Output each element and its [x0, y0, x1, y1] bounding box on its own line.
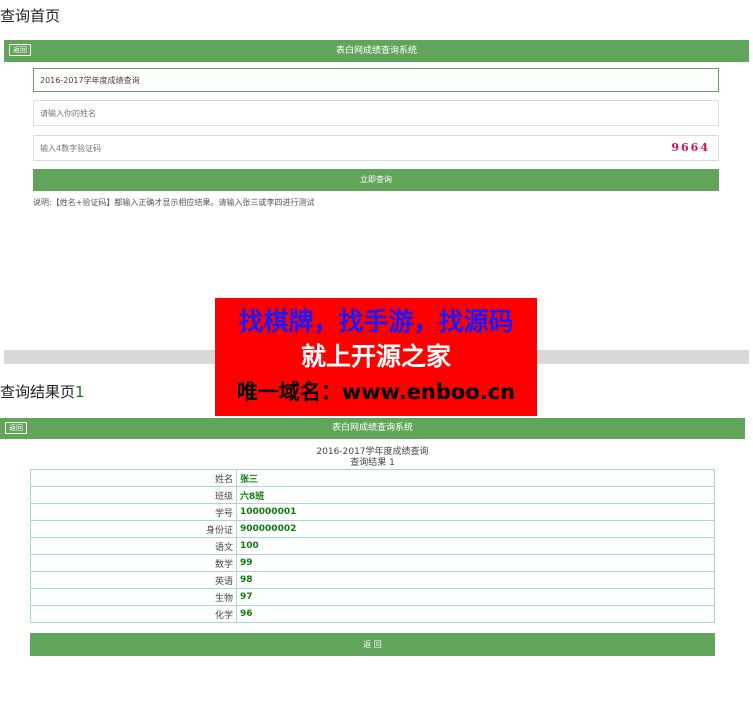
- row-label: 化学: [30, 605, 237, 623]
- table-row: 英语 98: [30, 571, 715, 589]
- result-back-button[interactable]: 返 回: [30, 633, 715, 656]
- row-label: 生物: [30, 588, 237, 606]
- table-row: 生物 97: [30, 588, 715, 606]
- table-row: 身份证 900000002: [30, 520, 715, 538]
- exam-select-field[interactable]: [33, 68, 719, 92]
- table-row: 化学 96: [30, 605, 715, 623]
- ad-banner[interactable]: 找棋牌，找手游，找源码 就上开源之家 唯一域名：www.enboo.cn: [215, 298, 537, 416]
- table-row: 语文 100: [30, 537, 715, 555]
- row-value: 97: [236, 588, 715, 606]
- row-value: 98: [236, 571, 715, 589]
- row-label: 姓名: [30, 469, 237, 487]
- result-header-title: 表白网成绩查询系统: [331, 423, 413, 433]
- name-field[interactable]: [33, 100, 719, 126]
- row-value: 900000002: [236, 520, 715, 538]
- query-header-back-button[interactable]: 返回: [9, 44, 31, 56]
- result-page-section-num: 1: [75, 383, 85, 401]
- captcha-input[interactable]: [40, 136, 583, 160]
- result-page-section-title: 查询结果页1: [0, 381, 85, 402]
- result-heading: 2016-2017学年度成绩查询 查询结果 1: [30, 447, 715, 469]
- ad-line-1: 找棋牌，找手游，找源码: [238, 307, 514, 336]
- result-header-bar: 返回 表白网成绩查询系统: [0, 418, 745, 439]
- query-header-title: 表白网成绩查询系统: [335, 46, 417, 56]
- row-value: 六8班: [236, 486, 715, 504]
- row-value: 100000001: [236, 503, 715, 521]
- ad-line-2: 就上开源之家: [300, 342, 451, 371]
- row-label: 班级: [30, 486, 237, 504]
- table-row: 班级 六8班: [30, 486, 715, 504]
- result-title: 查询结果 1: [350, 458, 395, 468]
- row-value: 96: [236, 605, 715, 623]
- row-label: 数学: [30, 554, 237, 572]
- submit-query-button[interactable]: 立即查询: [33, 169, 719, 191]
- row-label: 语文: [30, 537, 237, 555]
- row-value: 99: [236, 554, 715, 572]
- row-label: 身份证: [30, 520, 237, 538]
- row-label: 英语: [30, 571, 237, 589]
- query-page-section-title: 查询首页: [0, 7, 61, 25]
- result-table: 姓名 张三 班级 六8班 学号 100000001 身份证 900000002 语文 100 数学 9…: [30, 469, 715, 623]
- row-label: 学号: [30, 503, 237, 521]
- captcha-image[interactable]: 9664: [671, 136, 710, 160]
- ad-line-3: 唯一域名：www.enboo.cn: [236, 380, 516, 404]
- row-value: 100: [236, 537, 715, 555]
- query-header-bar: 返回 表白网成绩查询系统: [4, 40, 749, 62]
- table-row: 数学 99: [30, 554, 715, 572]
- exam-select-input[interactable]: [40, 69, 651, 91]
- result-header-back-button[interactable]: 返回: [5, 422, 27, 434]
- result-page-section-label: 查询结果页: [0, 383, 76, 401]
- name-input[interactable]: [40, 101, 651, 125]
- query-note: 说明:【姓名+验证码】都输入正确才显示相应结果。请输入张三或李四进行测试: [33, 198, 315, 207]
- result-exam-title: 2016-2017学年度成绩查询: [316, 447, 429, 457]
- captcha-field[interactable]: 9664: [33, 135, 719, 161]
- row-value: 张三: [236, 469, 715, 487]
- table-row: 姓名 张三: [30, 469, 715, 487]
- table-row: 学号 100000001: [30, 503, 715, 521]
